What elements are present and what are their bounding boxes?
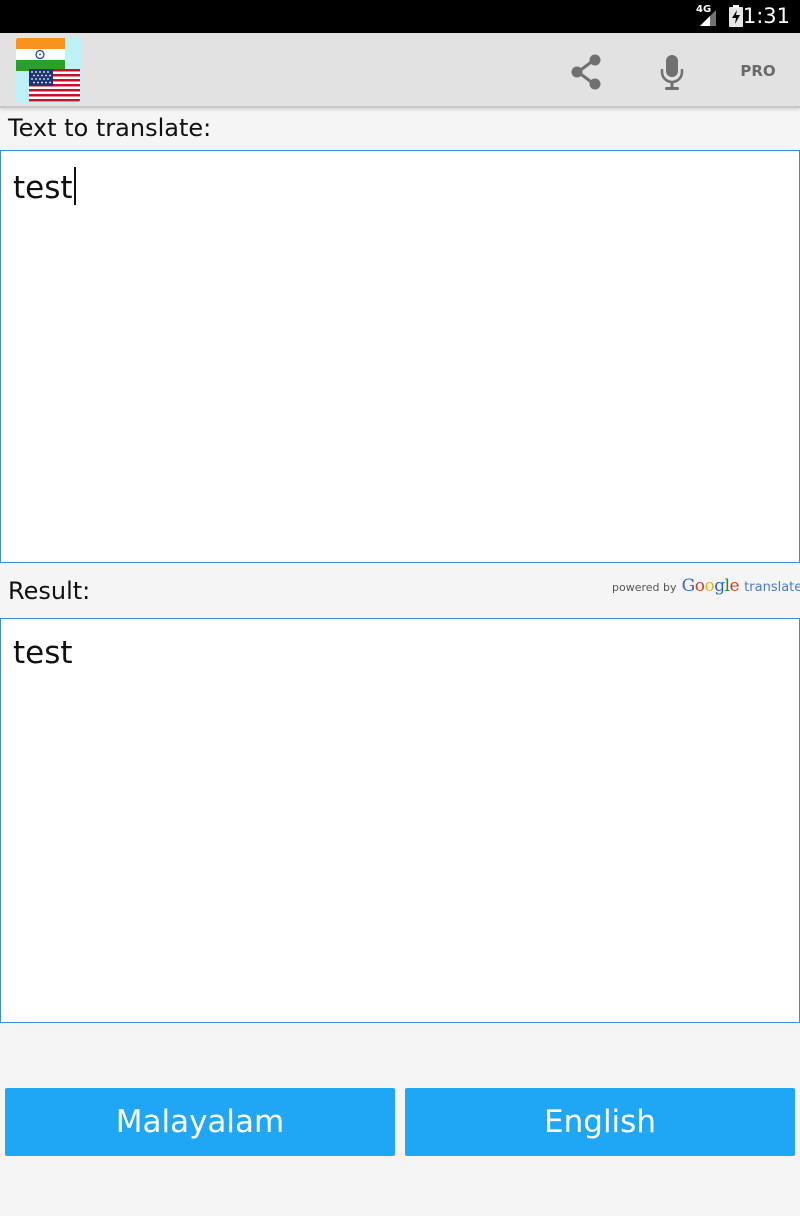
google-translate-attribution: powered by Google translate — [612, 576, 800, 602]
google-logo-letter: o — [704, 576, 715, 596]
action-bar: PRO — [0, 33, 800, 108]
result-text-output[interactable]: test — [0, 618, 800, 1023]
source-language-button[interactable]: Malayalam — [5, 1088, 395, 1156]
source-text-value: test — [13, 167, 76, 206]
powered-by-text: powered by — [612, 581, 677, 594]
india-usa-flags-icon[interactable] — [15, 37, 81, 103]
text-cursor — [73, 167, 76, 205]
status-bar: 4G 1:31 — [0, 0, 800, 33]
google-logo-letter: g — [714, 576, 725, 596]
pro-button[interactable]: PRO — [730, 57, 786, 85]
target-language-button[interactable]: English — [405, 1088, 795, 1156]
source-text-input[interactable]: test — [0, 150, 800, 563]
google-logo-letter: o — [694, 576, 705, 596]
share-icon[interactable] — [566, 51, 608, 93]
microphone-icon[interactable] — [652, 51, 692, 93]
signal-icon: 4G — [696, 4, 720, 28]
translate-brand-text: translate — [744, 580, 800, 595]
clock-time: 1:31 — [742, 4, 790, 28]
google-logo-letter: e — [729, 576, 740, 596]
result-label: Result: — [8, 577, 91, 605]
source-label: Text to translate: — [8, 114, 212, 142]
result-text-value: test — [13, 635, 73, 671]
battery-icon — [728, 5, 744, 27]
google-logo: Google — [681, 576, 740, 596]
google-logo-letter: G — [681, 576, 696, 596]
